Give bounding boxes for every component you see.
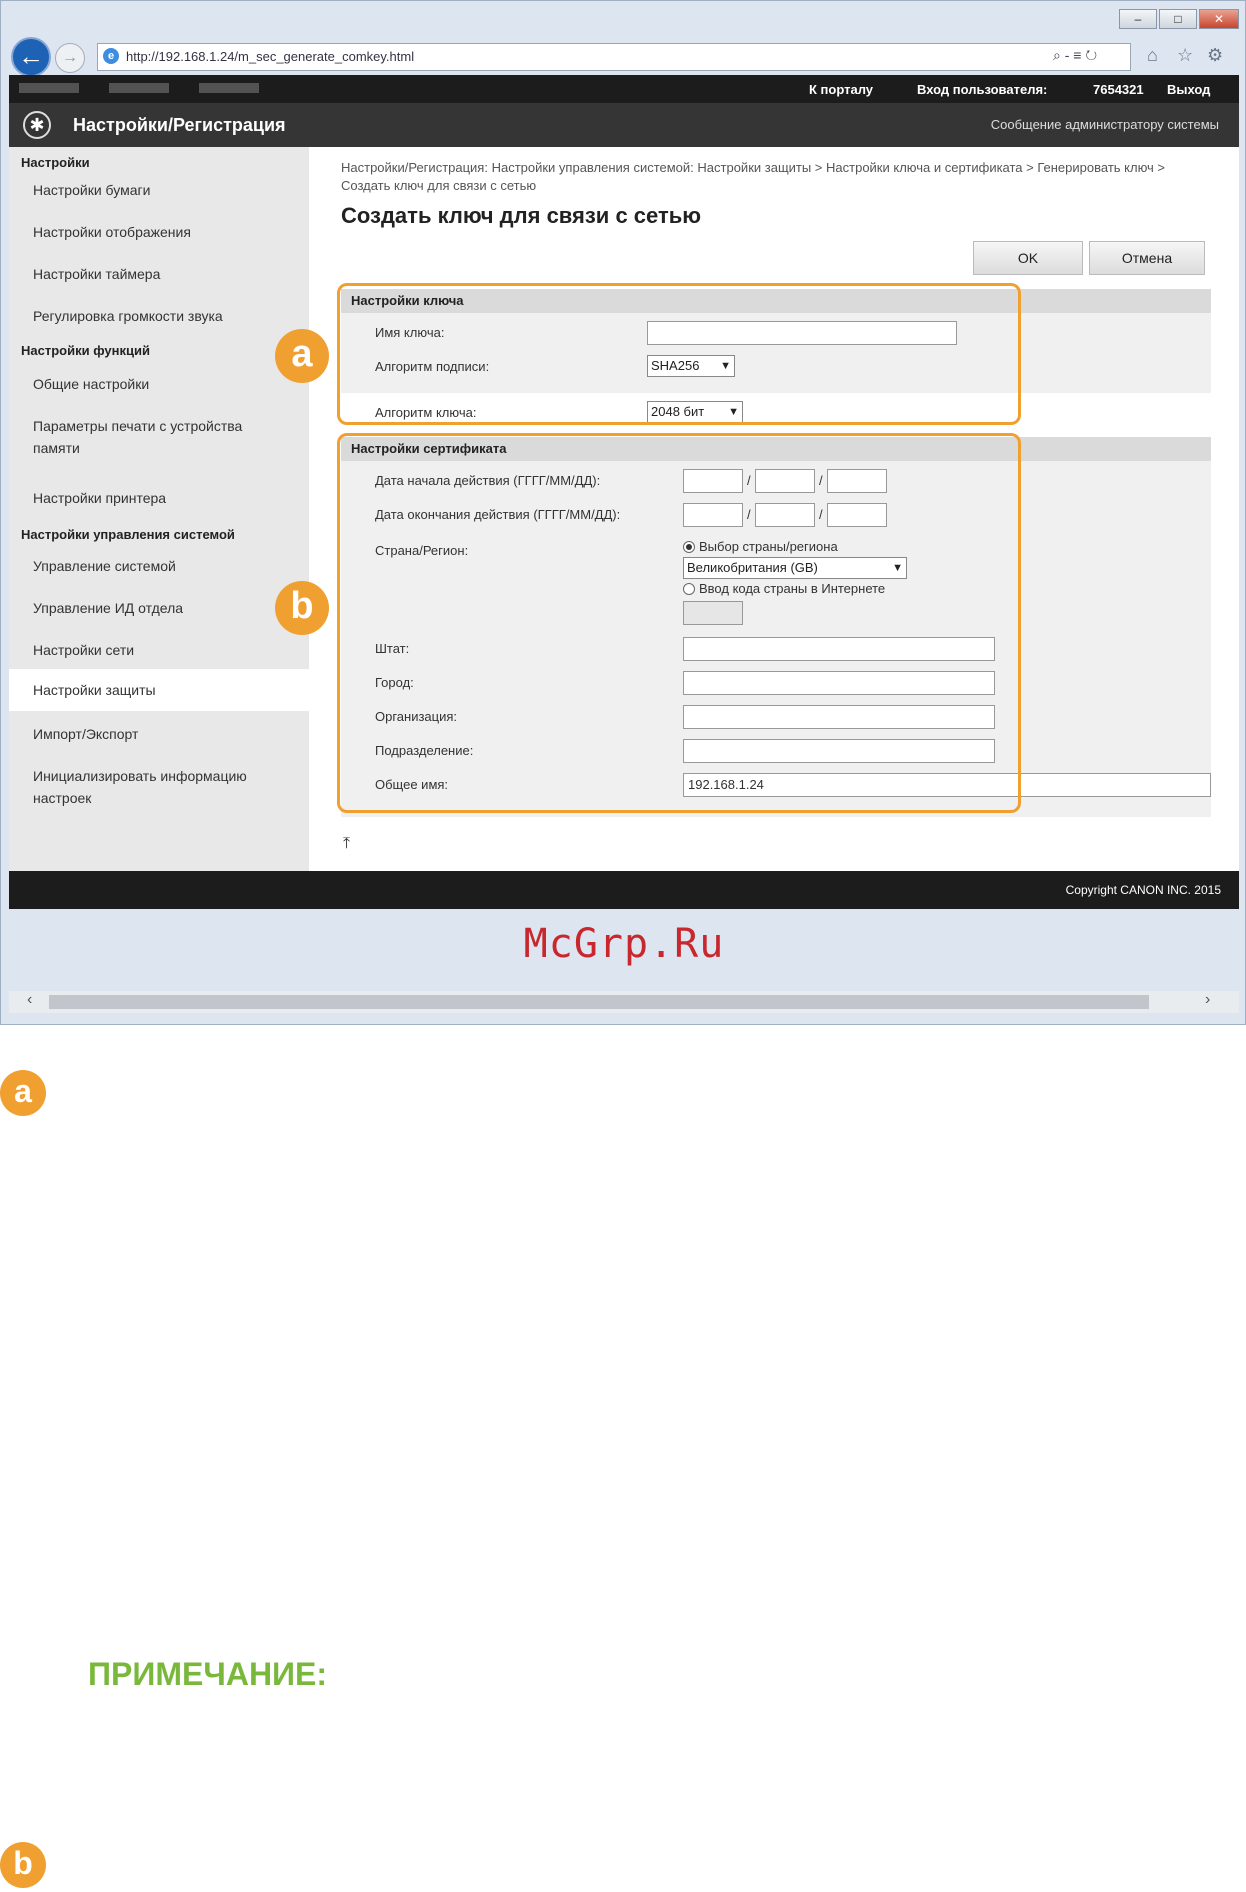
callout-badge-a: a xyxy=(275,329,329,383)
sidebar-item-volume[interactable]: Регулировка громкости звука xyxy=(9,305,309,327)
sidebar-section-functions: Настройки функций xyxy=(21,343,150,358)
cancel-button[interactable]: Отмена xyxy=(1089,241,1205,275)
browser-screenshot: – □ ✕ ← → http://192.168.1.24/m_sec_gene… xyxy=(0,0,1246,1025)
device-name-blurred xyxy=(19,83,259,93)
page-header-title: Настройки/Регистрация xyxy=(73,115,286,135)
settings-logo-icon: ✱ xyxy=(23,111,51,139)
page-footer: Copyright CANON INC. 2015 xyxy=(9,871,1239,909)
sidebar-item-network[interactable]: Настройки сети xyxy=(9,639,309,661)
address-bar[interactable]: http://192.168.1.24/m_sec_generate_comke… xyxy=(97,43,1131,71)
back-button[interactable]: ← xyxy=(11,37,51,77)
callout-box-a xyxy=(337,283,1021,425)
admin-message-link[interactable]: Сообщение администратору системы xyxy=(991,117,1219,132)
scrollbar-thumb[interactable] xyxy=(49,995,1149,1009)
sidebar-item-general[interactable]: Общие настройки xyxy=(9,373,309,395)
sidebar-section-settings: Настройки xyxy=(21,155,90,170)
forward-button[interactable]: → xyxy=(55,43,85,73)
minimize-button[interactable]: – xyxy=(1119,9,1157,29)
sidebar-item-timer[interactable]: Настройки таймера xyxy=(9,263,309,285)
sidebar-item-printer[interactable]: Настройки принтера xyxy=(9,487,309,509)
ie-page-icon: e xyxy=(103,48,119,64)
sidebar: Настройки Настройки бумаги Настройки ото… xyxy=(9,147,309,871)
sidebar-section-system: Настройки управления системой xyxy=(21,527,235,542)
doc-badge-b: b xyxy=(0,1842,46,1888)
login-label: Вход пользователя: xyxy=(917,82,1048,97)
address-tools[interactable]: ⌕ - ≡ ↻ xyxy=(1053,47,1097,64)
page-header: ✱ Настройки/Регистрация Сообщение админи… xyxy=(9,103,1239,147)
watermark: McGrp.Ru xyxy=(523,921,725,967)
top-bar: К порталу Вход пользователя: 7654321 Вых… xyxy=(9,75,1239,103)
ok-button[interactable]: OK xyxy=(973,241,1083,275)
logout-link[interactable]: Выход xyxy=(1167,82,1210,97)
sidebar-item-security[interactable]: Настройки защиты xyxy=(9,669,309,711)
scroll-left-icon[interactable]: ‹ xyxy=(27,991,32,1009)
sidebar-item-paper[interactable]: Настройки бумаги xyxy=(9,179,309,201)
sidebar-item-import-export[interactable]: Импорт/Экспорт xyxy=(9,723,309,745)
scroll-right-icon[interactable]: › xyxy=(1205,991,1210,1009)
horizontal-scrollbar[interactable]: ‹ › xyxy=(9,991,1239,1013)
callout-box-b xyxy=(337,433,1021,813)
url-text: http://192.168.1.24/m_sec_generate_comke… xyxy=(126,49,415,64)
scroll-to-top-icon[interactable]: ⤒ xyxy=(343,835,350,853)
title-bar: – □ ✕ xyxy=(1,1,1246,33)
settings-gear-icon[interactable]: ⚙ xyxy=(1207,45,1223,66)
breadcrumb: Настройки/Регистрация: Настройки управле… xyxy=(341,160,1166,193)
sidebar-item-initialize[interactable]: Инициализировать информацию настроек xyxy=(9,765,279,809)
sidebar-item-memory-print[interactable]: Параметры печати с устройства памяти xyxy=(9,415,289,459)
sidebar-item-dept-id[interactable]: Управление ИД отдела xyxy=(9,597,309,619)
doc-badge-a: a xyxy=(0,1070,46,1116)
callout-badge-b: b xyxy=(275,581,329,635)
maximize-button[interactable]: □ xyxy=(1159,9,1197,29)
sidebar-item-system-mgmt[interactable]: Управление системой xyxy=(9,555,309,577)
note-heading: ПРИМЕЧАНИЕ: xyxy=(88,1656,328,1692)
favorites-star-icon[interactable]: ☆ xyxy=(1177,45,1193,66)
user-id: 7654321 xyxy=(1093,82,1144,97)
page-title: Создать ключ для связи с сетью xyxy=(341,203,702,228)
portal-link[interactable]: К порталу xyxy=(809,82,873,97)
sidebar-item-display[interactable]: Настройки отображения xyxy=(9,221,309,243)
home-icon[interactable]: ⌂ xyxy=(1147,45,1158,66)
close-window-button[interactable]: ✕ xyxy=(1199,9,1239,29)
